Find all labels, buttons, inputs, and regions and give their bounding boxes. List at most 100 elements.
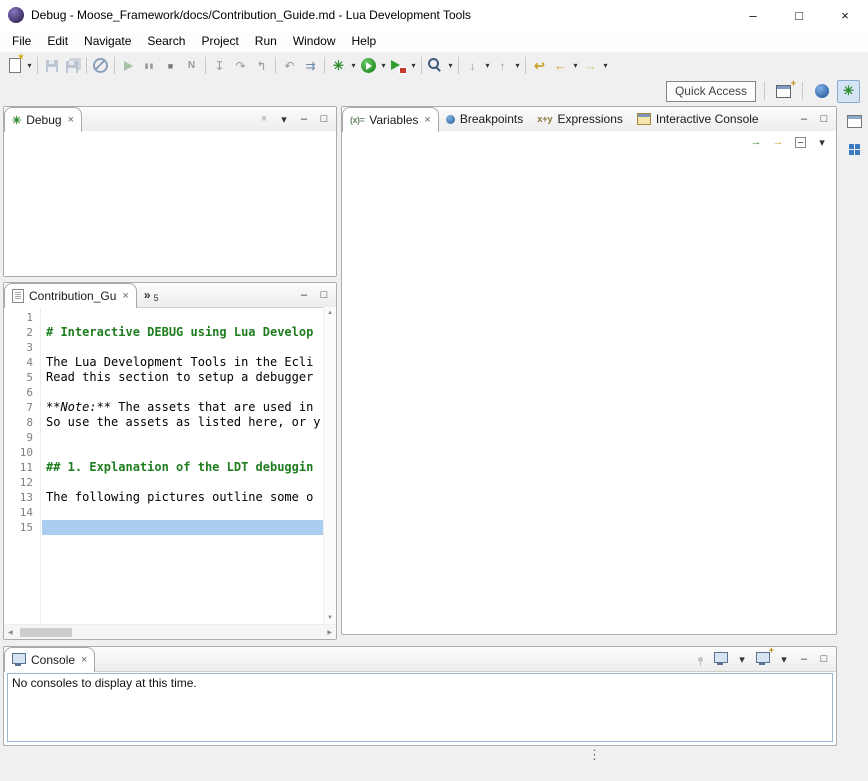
scroll-right-icon[interactable]: ▶ — [327, 629, 332, 636]
minimize-button[interactable]: – — [298, 111, 310, 127]
window-minimize-button[interactable]: – — [730, 0, 776, 30]
scrollbar-thumb[interactable] — [20, 628, 72, 637]
tab-debug[interactable]: ✳ Debug × — [4, 107, 82, 132]
window-maximize-button[interactable]: □ — [776, 0, 822, 30]
tab-expressions[interactable]: x+y Expressions — [530, 107, 630, 131]
save-all-button[interactable] — [62, 55, 83, 76]
menu-run[interactable]: Run — [247, 30, 285, 52]
scroll-up-icon[interactable]: ▲ — [327, 310, 333, 316]
code-line — [42, 340, 323, 355]
close-icon[interactable]: × — [424, 114, 430, 126]
forward-dropdown[interactable]: ▾ — [601, 55, 610, 76]
forward-button[interactable]: → — [580, 55, 601, 76]
maximize-button[interactable]: □ — [818, 111, 830, 127]
code-area[interactable]: # Interactive DEBUG using Lua Develop Th… — [42, 307, 323, 624]
suspend-button[interactable]: ▮▮ — [139, 55, 160, 76]
step-into-button[interactable]: ↧ — [209, 55, 230, 76]
menu-edit[interactable]: Edit — [39, 30, 76, 52]
menu-help[interactable]: Help — [344, 30, 385, 52]
maximize-button[interactable]: □ — [818, 651, 830, 667]
editor-horizontal-scrollbar[interactable]: ◀ ▶ — [4, 624, 336, 639]
next-annotation-button[interactable]: ↓ — [462, 55, 483, 76]
minimize-button[interactable]: – — [798, 111, 810, 127]
back-dropdown[interactable]: ▾ — [571, 55, 580, 76]
drag-handle[interactable]: ⋮ — [588, 750, 601, 760]
search-dropdown[interactable]: ▾ — [446, 55, 455, 76]
console-message: No consoles to display at this time. — [12, 676, 197, 690]
menu-project[interactable]: Project — [193, 30, 246, 52]
collapse-all-button[interactable] — [794, 134, 806, 150]
view-menu-button[interactable]: ▾ — [278, 111, 290, 127]
menu-file[interactable]: File — [4, 30, 39, 52]
next-annotation-dropdown[interactable]: ▾ — [483, 55, 492, 76]
tab-breakpoints[interactable]: Breakpoints — [439, 107, 530, 131]
window-minimize-icon: – — [749, 8, 756, 23]
new-button[interactable] — [4, 55, 25, 76]
previous-annotation-button[interactable]: ↑ — [492, 55, 513, 76]
save-button[interactable] — [41, 55, 62, 76]
show-logical-structure-button[interactable]: → — [750, 134, 762, 150]
debug-perspective-button[interactable]: ✳ — [837, 80, 860, 103]
drop-to-frame-button[interactable]: ↶ — [279, 55, 300, 76]
close-icon[interactable]: × — [122, 290, 128, 302]
debug-button[interactable]: ✳ — [328, 55, 349, 76]
open-console-dropdown[interactable]: ▾ — [778, 651, 790, 667]
remove-terminated-launches-button[interactable]: × — [258, 111, 270, 127]
close-icon[interactable]: × — [81, 654, 87, 666]
display-console-dropdown[interactable]: ▾ — [736, 651, 748, 667]
editor-body[interactable]: 1 2 3 4 5 6 7 8 9 10 11 12 13 14 15 # In… — [4, 307, 336, 639]
save-all-icon — [66, 61, 78, 73]
quick-access-input[interactable]: Quick Access — [666, 81, 756, 102]
display-selected-console-button[interactable] — [714, 651, 728, 667]
pin-icon — [698, 657, 703, 662]
external-tools-button[interactable] — [388, 55, 409, 76]
show-type-names-button[interactable]: → — [772, 134, 784, 150]
menu-search[interactable]: Search — [139, 30, 193, 52]
line-number: 10 — [4, 445, 40, 460]
use-step-filters-button[interactable]: ⇉ — [300, 55, 321, 76]
back-button[interactable]: ← — [550, 55, 571, 76]
tab-overflow-button[interactable]: »5 — [137, 283, 166, 307]
maximize-button[interactable]: □ — [318, 111, 330, 127]
window-close-button[interactable]: × — [822, 0, 868, 30]
tab-contribution-guide[interactable]: Contribution_Gu × — [4, 283, 137, 308]
view-menu-button[interactable]: ▾ — [816, 134, 828, 150]
show-logical-structure-icon: → — [751, 136, 762, 148]
minimize-button[interactable]: – — [298, 287, 310, 303]
previous-annotation-dropdown[interactable]: ▾ — [513, 55, 522, 76]
open-perspective-button[interactable] — [773, 81, 794, 102]
scroll-left-icon[interactable]: ◀ — [8, 629, 13, 636]
close-icon[interactable]: × — [68, 114, 74, 126]
minimize-button[interactable]: – — [798, 651, 810, 667]
minimized-view-button-1[interactable] — [844, 111, 864, 131]
last-edit-location-button[interactable]: ↩ — [529, 55, 550, 76]
skip-all-breakpoints-button[interactable] — [90, 55, 111, 76]
scroll-down-icon[interactable]: ▼ — [327, 615, 333, 621]
tab-console[interactable]: Console × — [4, 647, 95, 672]
run-dropdown[interactable]: ▾ — [379, 55, 388, 76]
separator — [764, 82, 765, 100]
step-over-button[interactable]: ↷ — [230, 55, 251, 76]
console-tabbar: Console × ▾ ▾ – □ — [4, 647, 836, 672]
line-number: 9 — [4, 430, 40, 445]
run-button[interactable] — [358, 55, 379, 76]
search-icon — [428, 58, 439, 69]
tab-interactive-console[interactable]: Interactive Console — [630, 107, 766, 131]
editor-vertical-scrollbar[interactable]: ▲ ▼ — [323, 307, 336, 624]
search-button[interactable] — [425, 55, 446, 76]
open-console-button[interactable] — [756, 651, 770, 667]
menu-navigate[interactable]: Navigate — [76, 30, 139, 52]
disconnect-button[interactable]: N — [181, 55, 202, 76]
pin-console-button[interactable] — [694, 651, 706, 667]
maximize-button[interactable]: □ — [318, 287, 330, 303]
tab-variables[interactable]: (x)= Variables × — [342, 107, 439, 132]
resume-button[interactable] — [118, 55, 139, 76]
step-return-button[interactable]: ↰ — [251, 55, 272, 76]
menu-window[interactable]: Window — [285, 30, 344, 52]
terminate-button[interactable]: ■ — [160, 55, 181, 76]
ldt-perspective-button[interactable] — [811, 81, 832, 102]
external-tools-dropdown[interactable]: ▾ — [409, 55, 418, 76]
debug-dropdown[interactable]: ▾ — [349, 55, 358, 76]
minimized-view-button-2[interactable] — [844, 139, 864, 159]
new-dropdown[interactable]: ▾ — [25, 55, 34, 76]
